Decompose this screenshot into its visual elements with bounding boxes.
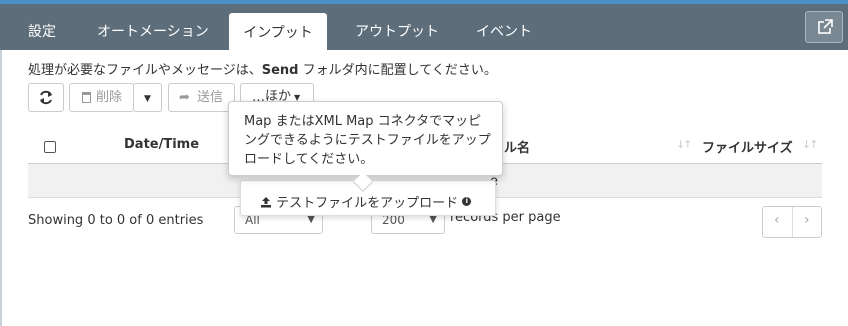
select-all-checkbox[interactable] bbox=[44, 141, 56, 153]
column-header-datetime[interactable]: Date/Time bbox=[124, 137, 199, 152]
info-prefix: 処理が必要なファイルやメッセージは、 bbox=[28, 63, 262, 78]
prev-page-button[interactable]: ‹ bbox=[774, 212, 780, 228]
tab-automation[interactable]: オートメーション bbox=[97, 17, 209, 50]
pager-divider bbox=[792, 207, 793, 237]
left-border bbox=[0, 50, 2, 326]
pagination: ‹ › bbox=[762, 206, 822, 238]
delete-button[interactable]: 削除 bbox=[69, 83, 134, 112]
column-header-filename[interactable]: ル名 bbox=[504, 137, 530, 156]
entries-summary: Showing 0 to 0 of 0 entries bbox=[28, 213, 204, 228]
tab-output[interactable]: アウトプット bbox=[355, 17, 439, 50]
tab-settings[interactable]: 設定 bbox=[28, 17, 56, 50]
upload-test-file-item[interactable]: テストファイルをアップロード i bbox=[260, 192, 472, 211]
next-page-button[interactable]: › bbox=[804, 212, 810, 228]
info-icon[interactable]: i bbox=[462, 197, 472, 206]
caret-down-icon: ▼ bbox=[144, 94, 151, 104]
sort-icon: ↓↑ bbox=[802, 138, 819, 151]
info-message: 処理が必要なファイルやメッセージは、Send フォルダ内に配置してください。 bbox=[28, 59, 497, 78]
upload-icon bbox=[261, 197, 271, 208]
send-button[interactable]: ➦ 送信 bbox=[168, 83, 235, 112]
open-external-button[interactable] bbox=[805, 11, 843, 43]
upload-help-tooltip: Map またはXML Map コネクタでマッピングできるようにテストファイルをア… bbox=[228, 101, 503, 176]
delete-options-toggle[interactable]: ▼ bbox=[133, 83, 162, 112]
trash-icon bbox=[82, 92, 91, 103]
tooltip-text: Map またはXML Map コネクタでマッピングできるようにテストファイルをア… bbox=[244, 114, 491, 167]
tab-events[interactable]: イベント bbox=[476, 17, 532, 50]
upload-test-file-label: テストファイルをアップロード bbox=[276, 196, 459, 211]
delete-label: 削除 bbox=[96, 90, 123, 105]
send-label: 送信 bbox=[197, 90, 224, 105]
tab-bar: 設定 オートメーション インプット アウトプット イベント bbox=[0, 4, 848, 50]
tab-input[interactable]: インプット bbox=[229, 13, 327, 50]
info-suffix: フォルダ内に配置してください。 bbox=[298, 63, 497, 78]
share-icon: ➦ bbox=[179, 90, 190, 105]
info-send-folder: Send bbox=[261, 63, 299, 78]
column-header-filesize[interactable]: ファイルサイズ bbox=[702, 137, 793, 156]
sort-icon: ↓↑ bbox=[676, 138, 693, 151]
refresh-icon bbox=[40, 90, 52, 105]
external-link-icon bbox=[818, 19, 833, 34]
refresh-button[interactable] bbox=[28, 83, 64, 112]
